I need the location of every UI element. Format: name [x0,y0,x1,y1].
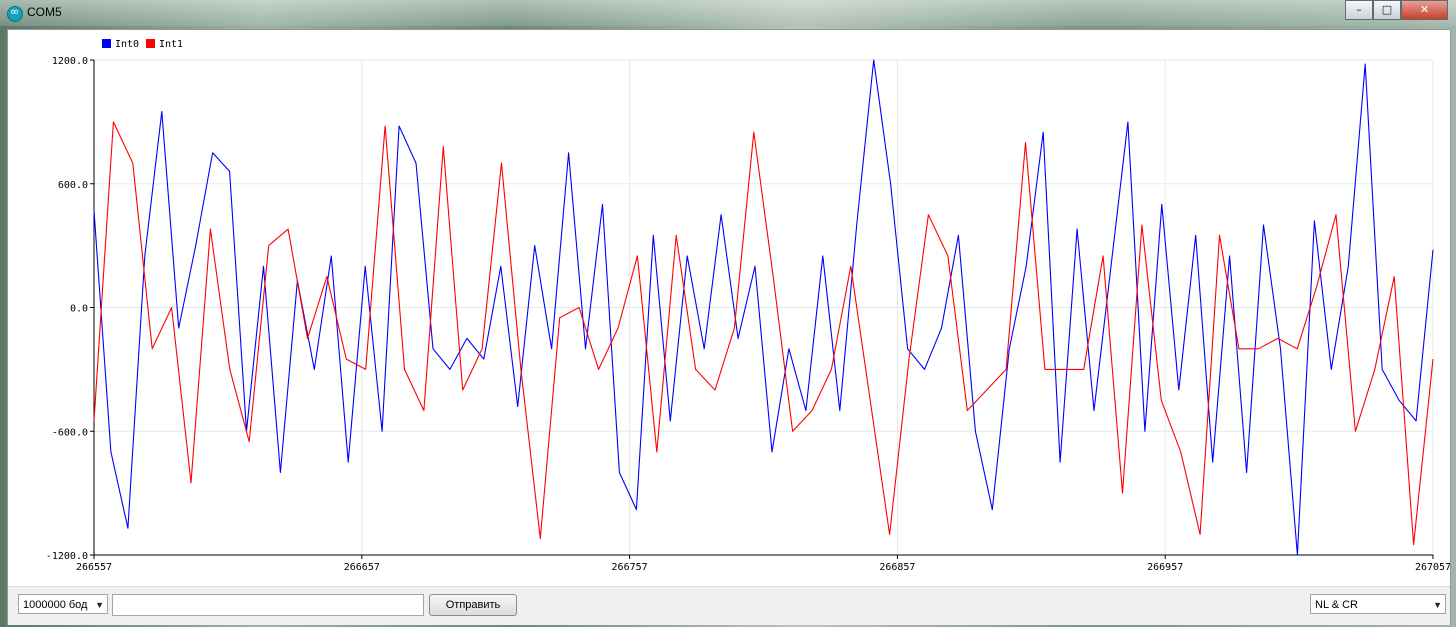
y-tick-label: 0.0 [70,304,88,315]
x-tick-label: 266957 [1147,562,1183,573]
footer-bar: 1000000 бод ▼ Отправить NL & CR ▼ [8,586,1450,625]
y-tick-label: -600.0 [52,427,88,438]
axes [90,59,1434,559]
x-tick-labels: 266557 266657 266757 266857 266957 267057 [76,562,1451,573]
x-tick-label: 267057 [1415,562,1450,573]
x-tick-label: 266857 [879,562,915,573]
y-tick-label: 600.0 [58,180,88,191]
legend-label-int0: Int0 [115,39,139,50]
plot-area: 1200.0 600.0 0.0 -600.0 -1200.0 266557 266657… [46,39,1451,573]
window-controls: – □ ✕ [1345,0,1448,20]
baud-rate-value: 1000000 бод [23,599,88,611]
chevron-down-icon: ▼ [95,600,104,610]
series-line-int1 [93,121,1434,546]
plotter-client-area: 1200.0 600.0 0.0 -600.0 -1200.0 266557 266657… [7,29,1451,625]
close-button[interactable]: ✕ [1401,0,1448,20]
legend: Int0 Int1 [102,39,183,50]
serial-plotter-window: COM5 – □ ✕ 1200.0 600.0 0.0 -600.0 -1200.0 2… [0,0,1456,627]
chevron-down-icon: ▼ [1433,600,1442,610]
arduino-icon [7,5,23,22]
send-button[interactable]: Отправить [429,594,517,616]
y-tick-label: 1200.0 [52,56,88,67]
legend-swatch-int0 [102,39,111,48]
title-bar[interactable]: COM5 – □ ✕ [0,0,1456,26]
baud-rate-select[interactable]: 1000000 бод ▼ [18,594,108,614]
x-tick-label: 266657 [344,562,380,573]
line-ending-value: NL & CR [1315,599,1358,611]
legend-label-int1: Int1 [159,39,183,50]
x-tick-label: 266557 [76,562,112,573]
window-title: COM5 [27,5,62,19]
y-tick-label: -1200.0 [46,551,88,562]
maximize-button[interactable]: □ [1373,0,1401,20]
minimize-button[interactable]: – [1345,0,1373,20]
y-tick-labels: 1200.0 600.0 0.0 -600.0 -1200.0 [46,56,88,562]
legend-swatch-int1 [146,39,155,48]
line-ending-select[interactable]: NL & CR ▼ [1310,594,1446,614]
x-tick-label: 266757 [612,562,648,573]
send-text-input[interactable] [112,594,424,616]
